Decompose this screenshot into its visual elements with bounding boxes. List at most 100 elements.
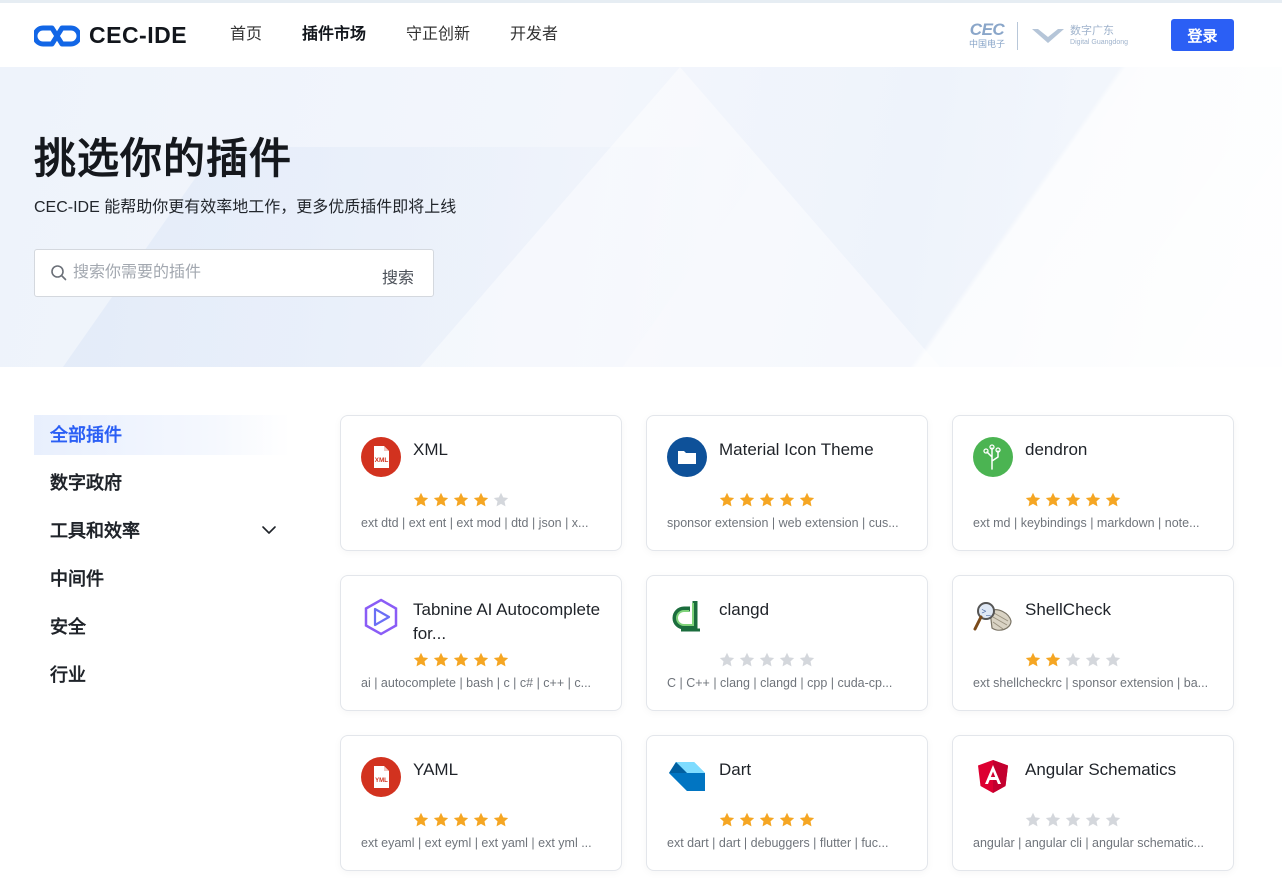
plugin-tags: ai | autocomplete | bash | c | c# | c++ …: [361, 676, 592, 690]
plugin-tags: angular | angular cli | angular schemati…: [973, 836, 1204, 850]
rating-stars: [413, 812, 513, 828]
plugin-name: clangd: [719, 600, 770, 619]
hero-decoration: [860, 67, 1282, 367]
star-empty-icon: [719, 652, 735, 667]
star-empty-icon: [759, 652, 775, 667]
star-filled-icon: [473, 812, 489, 827]
dart-icon: [669, 762, 705, 791]
search-button[interactable]: 搜索: [382, 264, 414, 288]
guangdong-chevron-icon: [1032, 28, 1065, 43]
partner-divider: [1017, 21, 1019, 50]
page-title: 挑选你的插件: [34, 135, 293, 182]
star-filled-icon: [779, 812, 795, 827]
clangd-icon: [672, 601, 700, 632]
star-filled-icon: [779, 492, 795, 507]
rating-stars: [1025, 812, 1125, 828]
nav-home[interactable]: 首页: [230, 25, 262, 45]
page-subtitle: CEC-IDE 能帮助你更有效率地工作，更多优质插件即将上线: [34, 199, 457, 216]
shellcheck-icon: >_: [973, 602, 1012, 631]
plugin-name: ShellCheck: [1025, 600, 1111, 619]
cec-logo-icon: [34, 25, 80, 46]
plugin-card[interactable]: YML YAML ext eyaml | ext eyml | ext yaml…: [340, 735, 622, 871]
star-filled-icon: [413, 812, 429, 827]
star-empty-icon: [1085, 652, 1101, 667]
plugin-tags: ext md | keybindings | markdown | note..…: [973, 516, 1200, 530]
star-filled-icon: [433, 812, 449, 827]
sidebar-item-middleware[interactable]: 中间件: [34, 559, 290, 599]
star-filled-icon: [413, 492, 429, 507]
star-empty-icon: [1085, 812, 1101, 827]
star-filled-icon: [473, 492, 489, 507]
chevron-down-icon[interactable]: [260, 521, 278, 539]
plugin-name: Material Icon Theme: [719, 440, 874, 459]
nav-plugin-market[interactable]: 插件市场: [302, 25, 366, 45]
plugin-name: dendron: [1025, 440, 1088, 459]
star-filled-icon: [759, 812, 775, 827]
sidebar-item-label: 工具和效率: [50, 521, 140, 541]
star-filled-icon: [493, 812, 509, 827]
star-filled-icon: [413, 652, 429, 667]
plugin-card[interactable]: Tabnine AI Autocomplete for... ai | auto…: [340, 575, 622, 711]
plugin-card[interactable]: Material Icon Theme sponsor extension | …: [646, 415, 928, 551]
rating-stars: [413, 492, 513, 508]
plugin-card[interactable]: clangd C | C++ | clang | clangd | cpp | …: [646, 575, 928, 711]
star-filled-icon: [1025, 492, 1041, 507]
sidebar-item-tools-efficiency[interactable]: 工具和效率: [34, 511, 290, 551]
rating-stars: [719, 492, 819, 508]
plugin-card[interactable]: Dart ext dart | dart | debuggers | flutt…: [646, 735, 928, 871]
digital-guangdong-logo: 数字广东 Digital Guangdong: [1030, 25, 1128, 47]
cec-partner-logo: CEC 中国电子: [969, 20, 1006, 50]
search-input[interactable]: [73, 260, 363, 286]
star-empty-icon: [1065, 652, 1081, 667]
folder-icon: [667, 437, 707, 477]
plugin-card[interactable]: dendron ext md | keybindings | markdown …: [952, 415, 1234, 551]
star-filled-icon: [453, 492, 469, 507]
rating-stars: [719, 652, 819, 668]
plugin-card[interactable]: Angular Schematics angular | angular cli…: [952, 735, 1234, 871]
star-filled-icon: [1105, 492, 1121, 507]
plugin-tags: ext shellcheckrc | sponsor extension | b…: [973, 676, 1209, 690]
star-empty-icon: [493, 492, 509, 507]
partner-logos: CEC 中国电子 数字广东 Digital Guangdong: [969, 21, 1128, 50]
plugin-card[interactable]: XML XML ext dtd | ext ent | ext mod | dt…: [340, 415, 622, 551]
star-empty-icon: [1105, 812, 1121, 827]
star-filled-icon: [759, 492, 775, 507]
plugin-card[interactable]: >_ ShellCheck ext shellcheckrc | sponsor…: [952, 575, 1234, 711]
star-filled-icon: [1085, 492, 1101, 507]
xml-file-icon: XML: [361, 437, 401, 477]
app-logo[interactable]: CEC-IDE: [34, 22, 187, 49]
nav-innovation[interactable]: 守正创新: [406, 25, 470, 45]
plugin-tags: ext dtd | ext ent | ext mod | dtd | json…: [361, 516, 589, 530]
tabnine-hexagon-icon: [364, 598, 398, 636]
star-filled-icon: [1065, 492, 1081, 507]
search-icon: [51, 265, 67, 281]
search-box: 搜索: [34, 249, 434, 297]
logo-text: CEC-IDE: [89, 22, 188, 48]
sidebar-item-industry[interactable]: 行业: [34, 655, 290, 695]
plugin-tags: sponsor extension | web extension | cus.…: [667, 516, 899, 530]
star-filled-icon: [453, 812, 469, 827]
plugin-tags: ext eyaml | ext eyml | ext yaml | ext ym…: [361, 836, 592, 850]
plugin-tags: C | C++ | clang | clangd | cpp | cuda-cp…: [667, 676, 893, 690]
header: CEC-IDE 首页 插件市场 守正创新 开发者 CEC 中国电子 数字广东 D…: [0, 3, 1282, 67]
sidebar-item-digital-government[interactable]: 数字政府: [34, 463, 290, 503]
star-filled-icon: [473, 652, 489, 667]
plugin-name: Dart: [719, 760, 752, 779]
sidebar-item-all-plugins[interactable]: 全部插件: [34, 415, 290, 455]
star-empty-icon: [739, 652, 755, 667]
plugin-name: Angular Schematics: [1025, 760, 1177, 779]
nav-developer[interactable]: 开发者: [510, 25, 558, 45]
star-empty-icon: [799, 652, 815, 667]
angular-icon: [978, 760, 1008, 793]
svg-text:>_: >_: [981, 607, 991, 616]
star-empty-icon: [1065, 812, 1081, 827]
svg-text:YML: YML: [375, 778, 388, 784]
star-filled-icon: [739, 812, 755, 827]
rating-stars: [719, 812, 819, 828]
sidebar-item-security[interactable]: 安全: [34, 607, 290, 647]
star-empty-icon: [1045, 812, 1061, 827]
login-button[interactable]: 登录: [1171, 19, 1234, 51]
rating-stars: [1025, 492, 1125, 508]
hero-banner: 挑选你的插件 CEC-IDE 能帮助你更有效率地工作，更多优质插件即将上线 搜索: [0, 67, 1282, 367]
star-filled-icon: [433, 492, 449, 507]
